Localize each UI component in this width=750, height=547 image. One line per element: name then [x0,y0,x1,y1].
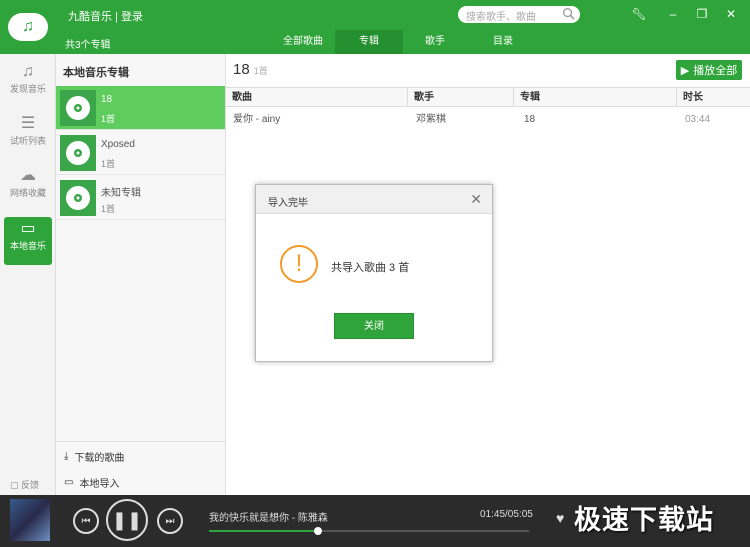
album-title-count: 1首 [253,66,268,76]
local-import-label: 本地导入 [79,479,120,490]
top-bar: ♫ 九酷音乐 | 登录 搜索歌手、歌曲 🔧︎ – ❐ ✕ 共3个专辑 全部歌曲 … [0,0,750,54]
albums-footer: ⤓ 下载的歌曲 ▭ 本地导入 [56,441,225,495]
albums-title: 本地音乐专辑 [63,67,129,79]
search-icon[interactable] [562,7,575,20]
feedback-label: 反馈 [21,480,40,490]
search-input[interactable]: 搜索歌手、歌曲 [466,8,536,23]
album-item[interactable]: 18 1首 [56,86,225,130]
album-track-count: 1首 [101,159,116,169]
app-title[interactable]: 九酷音乐 | 登录 [68,8,143,24]
next-button[interactable]: ⏭︎ [157,508,183,534]
dialog-header: 导入完毕 ✕ [256,185,492,214]
row-duration: 03:44 [685,114,711,125]
playback-time: 01:45/05:05 [480,509,533,520]
music-note-icon: ♫ [8,13,48,41]
album-title: 18 1首 [233,61,268,78]
album-cover[interactable] [10,499,50,541]
settings-icon[interactable]: 🔧︎ [630,5,648,23]
row-album[interactable]: 18 [524,112,535,128]
downloaded-songs-label: 下载的歌曲 [74,453,125,464]
album-track-count: 1首 [101,204,116,214]
album-track-count: 1首 [101,114,116,124]
sidebar-item-label: 试听列表 [9,136,46,146]
albums-panel: 本地音乐专辑 18 1首 Xposed 1首 未知专辑 1首 ⤓ 下载的歌曲 ▭… [56,54,226,495]
download-icon: ⤓ [64,451,69,462]
disc-icon [60,135,96,171]
app-logo[interactable]: ♫ [0,0,56,54]
music-note-icon: ♫ [22,63,34,80]
sidebar-item-label: 网络收藏 [9,188,46,198]
play-icon: ▶ [680,64,690,77]
restore-icon[interactable]: ❐ [693,5,711,23]
downloaded-songs-link[interactable]: ⤓ 下载的歌曲 [64,449,124,464]
dialog-message: 共导入歌曲 3 首 [331,262,410,274]
column-header-album[interactable]: 专辑 [513,87,676,107]
disc-icon [60,180,96,216]
progress-fill [209,530,318,532]
tab-all-songs[interactable]: 全部歌曲 [278,30,328,54]
album-name: Xposed [101,139,135,150]
album-count-label: 共3个专辑 [65,40,111,51]
progress-handle[interactable] [313,527,322,535]
disc-icon [60,90,96,126]
next-icon: ⏭︎ [165,515,175,527]
play-all-label: 播放全部 [693,65,738,77]
now-playing-title: 我的快乐就是想你 - 陈雅森 [209,513,328,524]
monitor-icon: ▭ [20,220,36,237]
tab-folders[interactable]: 目录 [480,30,526,54]
sidebar: ♫ 发现音乐 ☰ 试听列表 ☁ 网络收藏 ▭ 本地音乐 ▢ 反馈 [0,54,56,495]
sidebar-item-label: 本地音乐 [9,241,46,251]
close-icon[interactable]: ✕ [470,191,482,208]
pause-button[interactable]: ❚❚ [106,499,148,541]
album-name: 18 [101,94,113,105]
row-song[interactable]: 爱你 - ainy [233,112,280,128]
local-import-link[interactable]: ▭ 本地导入 [64,475,119,490]
sidebar-item-local-music[interactable]: ▭ 本地音乐 [4,217,52,265]
import-complete-dialog: 导入完毕 ✕ ! 共导入歌曲 3 首 关闭 [255,184,493,362]
play-all-button[interactable]: ▶ 播放全部 [676,60,742,80]
feedback-link[interactable]: ▢ 反馈 [10,478,39,491]
dialog-close-button[interactable]: 关闭 [334,313,414,339]
column-header-duration[interactable]: 时长 [676,87,750,107]
warning-icon: ! [280,245,318,283]
watermark-text: 极速下载站 [574,505,714,536]
sidebar-item-playlist[interactable]: ☰ 试听列表 [4,112,52,160]
dialog-title: 导入完毕 [268,198,308,209]
sidebar-item-favorites[interactable]: ☁ 网络收藏 [4,164,52,212]
cloud-icon: ☁ [20,167,36,184]
sidebar-item-label: 发现音乐 [9,84,46,94]
chat-icon: ▢ [10,480,19,490]
tab-albums[interactable]: 专辑 [335,30,403,54]
monitor-icon: ▭ [64,477,74,488]
minimize-icon[interactable]: – [664,5,682,23]
sidebar-item-discover[interactable]: ♫ 发现音乐 [4,60,52,108]
previous-button[interactable]: ⏮︎ [73,508,99,534]
row-artist[interactable]: 邓紫棋 [416,112,446,128]
column-header-song[interactable]: 歌曲 [226,87,407,107]
previous-icon: ⏮︎ [81,515,91,527]
album-item[interactable]: 未知专辑 1首 [56,176,225,220]
album-title-text: 18 [233,61,250,78]
list-icon: ☰ [20,115,36,132]
progress-bar[interactable] [209,527,529,535]
heart-icon[interactable]: ♥ [556,510,564,526]
album-name: 未知专辑 [101,188,141,199]
pause-icon: ❚❚ [111,509,143,530]
album-item[interactable]: Xposed 1首 [56,131,225,175]
search-box[interactable]: 搜索歌手、歌曲 [458,6,580,23]
tab-artists[interactable]: 歌手 [412,30,458,54]
column-header-artist[interactable]: 歌手 [407,87,513,107]
close-icon[interactable]: ✕ [722,5,740,23]
